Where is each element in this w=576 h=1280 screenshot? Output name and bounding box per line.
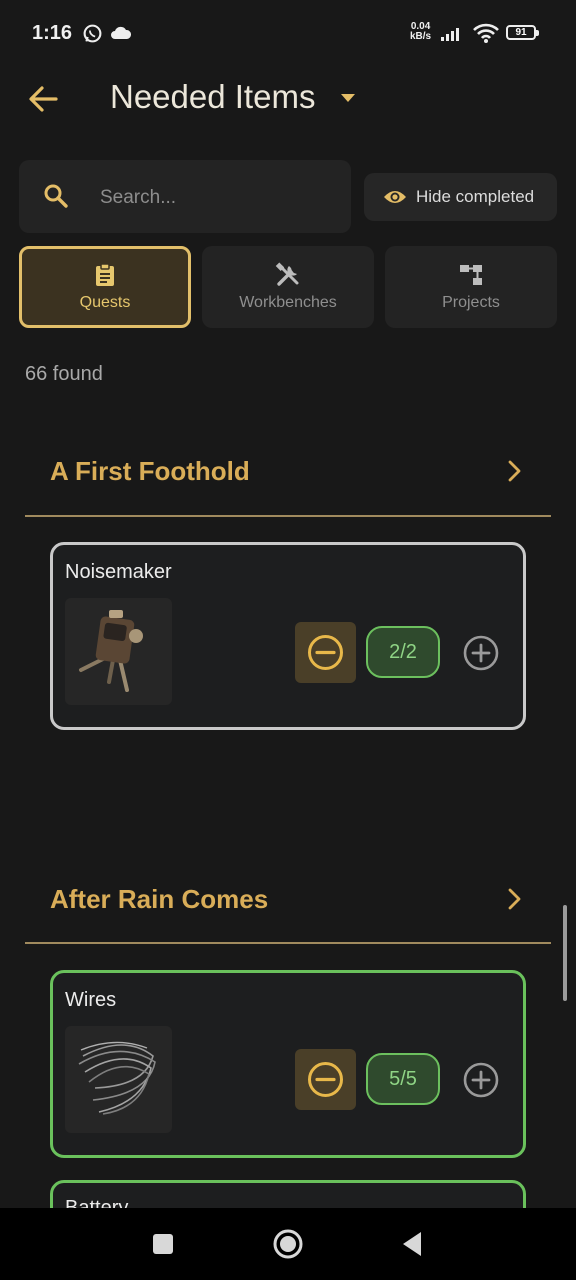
section-title[interactable]: After Rain Comes (50, 884, 268, 915)
section-title[interactable]: A First Foothold (50, 456, 250, 487)
minus-circle-icon (308, 635, 343, 670)
chevron-right-icon[interactable] (504, 886, 524, 912)
wifi-icon (473, 23, 499, 43)
tools-icon (275, 262, 299, 286)
whatsapp-icon (83, 24, 102, 43)
item-name: Noisemaker (65, 561, 172, 583)
system-nav-bar (0, 1208, 576, 1280)
wires-image (78, 1041, 156, 1115)
plus-circle-icon[interactable] (462, 1061, 500, 1099)
item-count-badge: 2/2 (366, 626, 440, 678)
item-count-badge: 5/5 (366, 1053, 440, 1105)
decrease-button[interactable] (295, 1049, 356, 1110)
tab-projects-label[interactable]: Projects (385, 294, 557, 312)
home-circle-icon[interactable] (272, 1228, 304, 1260)
results-count: 66 found (25, 363, 103, 385)
signal-icon (441, 28, 459, 41)
back-arrow-icon[interactable] (26, 82, 60, 116)
scrollbar-thumb[interactable] (563, 905, 567, 1001)
hide-completed-label[interactable]: Hide completed (416, 187, 534, 207)
speed-unit: kB/s (410, 31, 432, 42)
noisemaker-image (79, 610, 143, 692)
section-divider (25, 942, 551, 944)
tab-quests-label[interactable]: Quests (19, 294, 191, 312)
recents-square-icon[interactable] (151, 1232, 175, 1256)
clipboard-icon (96, 263, 114, 286)
item-name: Wires (65, 989, 117, 1011)
hierarchy-icon (460, 265, 482, 285)
tab-workbenches-label[interactable]: Workbenches (202, 294, 374, 312)
eye-icon (384, 191, 406, 203)
back-triangle-icon[interactable] (400, 1230, 424, 1258)
wires-item-image (65, 1026, 172, 1133)
battery-icon: 91 (506, 25, 539, 40)
plus-circle-icon[interactable] (462, 634, 500, 672)
network-speed: 0.04 kB/s (410, 22, 431, 42)
section-divider (25, 515, 551, 517)
noisemaker-item-image (65, 598, 172, 705)
page-title[interactable]: Needed Items (110, 78, 315, 116)
search-input[interactable] (98, 180, 342, 216)
minus-circle-icon (308, 1062, 343, 1097)
decrease-button[interactable] (295, 622, 356, 683)
search-icon (44, 184, 68, 208)
status-bar: 1:16 0.04 kB/s 91 (0, 0, 576, 64)
cloud-icon (111, 26, 132, 39)
status-time: 1:16 (32, 22, 73, 44)
dropdown-caret-icon[interactable] (338, 90, 358, 106)
chevron-right-icon[interactable] (504, 458, 524, 484)
